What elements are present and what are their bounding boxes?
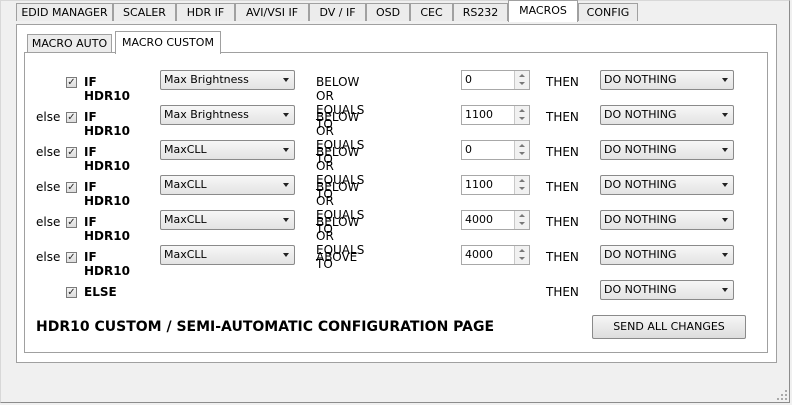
field-value: Max Brightness (164, 108, 249, 121)
else-prefix: else (36, 180, 61, 194)
condition-label: IF HDR10 (84, 110, 130, 138)
else-prefix: else (36, 215, 61, 229)
threshold-spinbox[interactable]: 0 (461, 70, 530, 90)
rule-enabled-checkbox[interactable]: ✓ (66, 217, 77, 228)
chevron-down-icon (283, 78, 289, 82)
chevron-down-icon (283, 113, 289, 117)
condition-label: IF HDR10 (84, 250, 130, 278)
else-prefix: else (36, 250, 61, 264)
chevron-down-icon (283, 183, 289, 187)
else-prefix: else (36, 145, 61, 159)
spin-arrows-icon[interactable] (514, 246, 529, 264)
action-select[interactable]: DO NOTHING (600, 210, 734, 230)
spin-arrows-icon[interactable] (514, 176, 529, 194)
field-value: MaxCLL (164, 178, 207, 191)
then-label: THEN (546, 180, 579, 194)
else-label: ELSE (84, 285, 117, 299)
action-select[interactable]: DO NOTHING (600, 175, 734, 195)
rule-enabled-checkbox[interactable]: ✓ (66, 252, 77, 263)
chevron-down-icon (722, 148, 728, 152)
field-value: Max Brightness (164, 73, 249, 86)
rules-list: ✓ IF HDR10 Max Brightness BELOW OR EQUAL… (0, 0, 792, 405)
condition-label: IF HDR10 (84, 75, 130, 103)
chevron-down-icon (722, 288, 728, 292)
threshold-spinbox[interactable]: 0 (461, 140, 530, 160)
check-icon: ✓ (67, 77, 76, 88)
rule-enabled-checkbox[interactable]: ✓ (66, 77, 77, 88)
check-icon: ✓ (67, 182, 76, 193)
else-prefix: else (36, 110, 61, 124)
threshold-value: 1100 (465, 108, 493, 121)
spin-arrows-icon[interactable] (514, 211, 529, 229)
action-value: DO NOTHING (604, 143, 677, 156)
chevron-down-icon (283, 253, 289, 257)
action-value: DO NOTHING (604, 213, 677, 226)
field-value: MaxCLL (164, 143, 207, 156)
then-label: THEN (546, 145, 579, 159)
field-select[interactable]: Max Brightness (160, 105, 295, 125)
spin-arrows-icon[interactable] (514, 106, 529, 124)
check-icon: ✓ (67, 112, 76, 123)
chevron-down-icon (722, 183, 728, 187)
then-label: THEN (546, 250, 579, 264)
action-value: DO NOTHING (604, 248, 677, 261)
else-action-select[interactable]: DO NOTHING (600, 280, 734, 300)
page-title: HDR10 CUSTOM / SEMI-AUTOMATIC CONFIGURAT… (36, 319, 495, 335)
threshold-spinbox[interactable]: 1100 (461, 175, 530, 195)
comparison-label: ABOVE (316, 250, 358, 264)
chevron-down-icon (722, 78, 728, 82)
rule-enabled-checkbox[interactable]: ✓ (66, 147, 77, 158)
field-select[interactable]: MaxCLL (160, 245, 295, 265)
check-icon: ✓ (67, 147, 76, 158)
threshold-value: 0 (465, 73, 472, 86)
threshold-spinbox[interactable]: 4000 (461, 210, 530, 230)
chevron-down-icon (283, 148, 289, 152)
condition-label: IF HDR10 (84, 180, 130, 208)
action-select[interactable]: DO NOTHING (600, 245, 734, 265)
send-all-changes-button[interactable]: SEND ALL CHANGES (592, 315, 746, 339)
action-select[interactable]: DO NOTHING (600, 70, 734, 90)
field-value: MaxCLL (164, 213, 207, 226)
field-select[interactable]: Max Brightness (160, 70, 295, 90)
check-icon: ✓ (67, 252, 76, 263)
chevron-down-icon (722, 253, 728, 257)
field-select[interactable]: MaxCLL (160, 210, 295, 230)
chevron-down-icon (722, 113, 728, 117)
check-icon: ✓ (67, 287, 76, 298)
rule-enabled-checkbox[interactable]: ✓ (66, 112, 77, 123)
then-label: THEN (546, 75, 579, 89)
threshold-value: 4000 (465, 213, 493, 226)
spin-arrows-icon[interactable] (514, 141, 529, 159)
threshold-value: 1100 (465, 178, 493, 191)
threshold-value: 4000 (465, 248, 493, 261)
spin-arrows-icon[interactable] (514, 71, 529, 89)
condition-label: IF HDR10 (84, 145, 130, 173)
action-select[interactable]: DO NOTHING (600, 140, 734, 160)
threshold-spinbox[interactable]: 1100 (461, 105, 530, 125)
then-label: THEN (546, 215, 579, 229)
field-select[interactable]: MaxCLL (160, 175, 295, 195)
chevron-down-icon (283, 218, 289, 222)
else-then-label: THEN (546, 285, 579, 299)
threshold-value: 0 (465, 143, 472, 156)
action-value: DO NOTHING (604, 73, 677, 86)
field-value: MaxCLL (164, 248, 207, 261)
threshold-spinbox[interactable]: 4000 (461, 245, 530, 265)
else-action-value: DO NOTHING (604, 283, 677, 296)
then-label: THEN (546, 110, 579, 124)
condition-label: IF HDR10 (84, 215, 130, 243)
rule-enabled-checkbox[interactable]: ✓ (66, 182, 77, 193)
field-select[interactable]: MaxCLL (160, 140, 295, 160)
else-checkbox[interactable]: ✓ (66, 287, 77, 298)
action-value: DO NOTHING (604, 108, 677, 121)
action-select[interactable]: DO NOTHING (600, 105, 734, 125)
chevron-down-icon (722, 218, 728, 222)
check-icon: ✓ (67, 217, 76, 228)
action-value: DO NOTHING (604, 178, 677, 191)
